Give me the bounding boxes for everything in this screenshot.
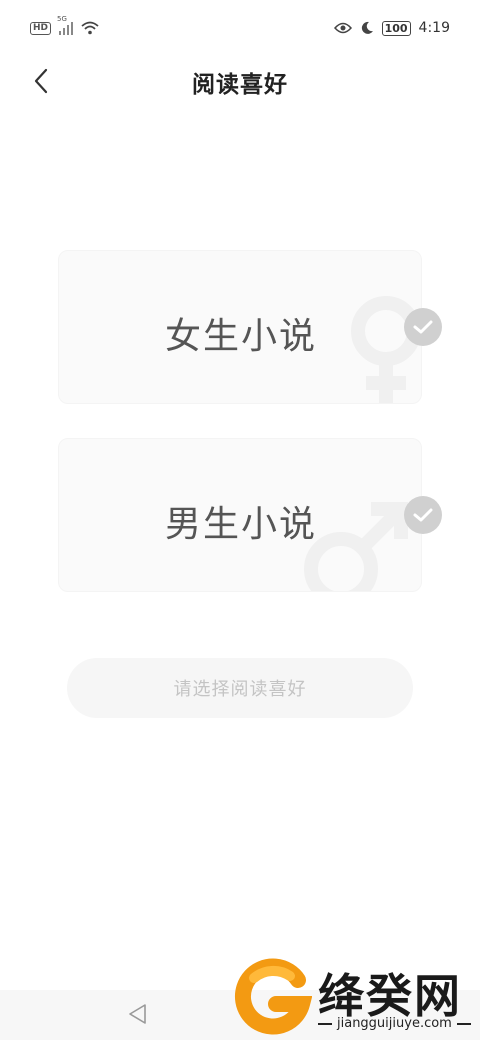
watermark-url: jiangguijiuye.com: [337, 1016, 452, 1031]
eye-icon: [333, 22, 352, 34]
site-watermark: 绛癸网 jiangguijiuye.com: [232, 958, 480, 1040]
network-type: 5G: [57, 15, 67, 23]
checkmark-female[interactable]: [404, 308, 442, 346]
signal-icon: 5G: [57, 15, 74, 35]
battery-indicator: 100: [381, 20, 411, 36]
header: 阅读喜好: [0, 56, 480, 106]
option-label: 男生小说: [164, 504, 317, 545]
watermark-logo-icon: [234, 958, 312, 1035]
hd-badge: HD: [30, 21, 52, 35]
checkmark-male[interactable]: [404, 496, 442, 534]
option-label: 女生小说: [164, 316, 317, 357]
option-card-female[interactable]: 女生小说: [58, 250, 422, 404]
wifi-icon: [81, 21, 99, 35]
option-card-male[interactable]: 男生小说: [58, 438, 422, 592]
watermark-url-row: jiangguijiuye.com: [318, 1016, 471, 1031]
check-icon: [413, 508, 433, 522]
check-icon: [413, 320, 433, 334]
status-time: 4:19: [418, 20, 450, 36]
status-right: 100 4:19: [333, 20, 450, 36]
confirm-button[interactable]: 请选择阅读喜好: [67, 658, 413, 718]
moon-icon: [361, 21, 373, 34]
system-back-button[interactable]: [126, 1002, 148, 1030]
page-title: 阅读喜好: [192, 72, 288, 98]
triangle-back-icon: [129, 1004, 146, 1024]
status-bar: HD 5G 100 4:19: [0, 0, 480, 56]
status-left: HD 5G: [30, 15, 99, 35]
